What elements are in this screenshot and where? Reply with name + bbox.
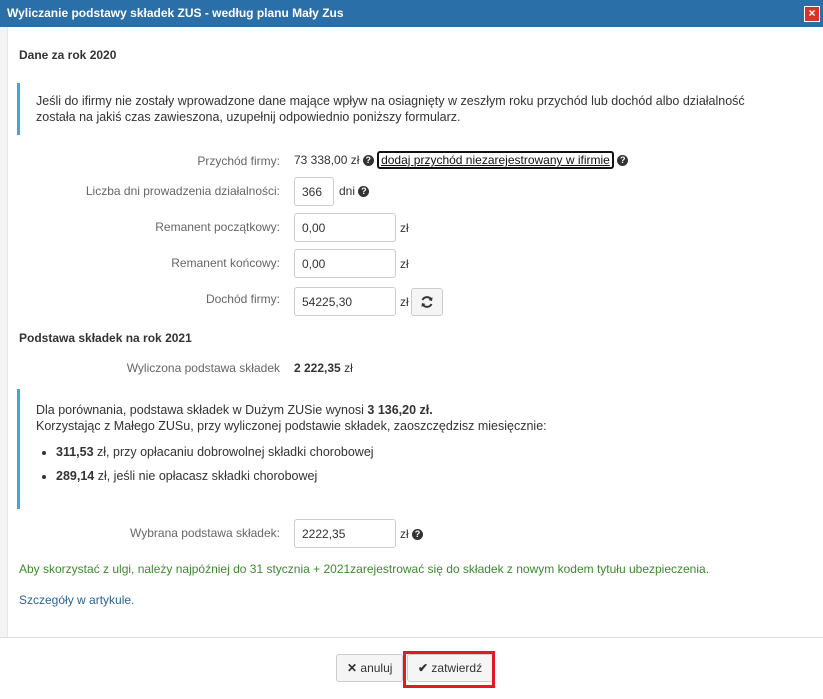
revenue-row: 73 338,00 zł ? dodaj przychód niezarejes…: [294, 151, 629, 169]
big-zus-value: 3 136,20 zł.: [367, 403, 433, 417]
remanent-start-input[interactable]: [294, 213, 396, 242]
comparison-line2: Korzystając z Małego ZUSu, przy wyliczon…: [36, 419, 547, 433]
savings-list: 311,53 zł, przy opłacaniu dobrowolnej sk…: [36, 444, 807, 484]
cancel-x-icon: ✕: [347, 661, 358, 675]
details-link[interactable]: Szczegóły w artykule.: [19, 593, 134, 607]
cancel-button[interactable]: ✕ anuluj: [336, 654, 404, 682]
confirm-highlight-box: [403, 651, 495, 688]
calc-basis-value-row: 2 222,35 zł: [294, 361, 353, 375]
remanent-end-input[interactable]: [294, 249, 396, 278]
selected-basis-input[interactable]: [294, 519, 396, 548]
calc-basis-value: 2 222,35: [294, 361, 341, 375]
income-input[interactable]: [294, 287, 396, 316]
add-unregistered-revenue-link[interactable]: dodaj przychód niezarejestrowany w ifirm…: [377, 151, 614, 169]
info-text-line1: Jeśli do ifirmy nie zostały wprowadzone …: [36, 94, 745, 108]
income-label: Dochód firmy:: [205, 292, 280, 306]
remanent-start-label: Remanent początkowy:: [155, 220, 280, 234]
selected-basis-label: Wybrana podstawa składek:: [130, 526, 280, 540]
list-item: 311,53 zł, przy opłacaniu dobrowolnej sk…: [56, 444, 807, 460]
dialog-body[interactable]: Dane za rok 2020 Jeśli do ifirmy nie zos…: [0, 27, 823, 637]
remanent-end-unit: zł: [400, 257, 409, 271]
days-label: Liczba dni prowadzenia działalności:: [85, 184, 280, 198]
section-title-2021: Podstawa składek na rok 2021: [19, 331, 192, 345]
refresh-icon: [421, 296, 433, 308]
section-title-2020: Dane za rok 2020: [19, 48, 117, 62]
cancel-label: anuluj: [360, 661, 393, 675]
info-box: Jeśli do ifirmy nie zostały wprowadzone …: [17, 83, 807, 135]
comparison-line1: Dla porównania, podstawa składek w Dużym…: [36, 403, 433, 417]
help-icon[interactable]: ?: [412, 529, 424, 541]
zus-dialog: Wyliczanie podstawy składek ZUS - według…: [0, 0, 823, 699]
days-input[interactable]: [294, 177, 334, 206]
dialog-footer: ✕ anuluj ✔ zatwierdź: [0, 637, 823, 699]
remanent-start-unit: zł: [400, 221, 409, 235]
dialog-title: Wyliczanie podstawy składek ZUS - według…: [7, 6, 344, 20]
selected-basis-unit: zł ?: [400, 527, 424, 541]
help-icon[interactable]: ?: [617, 155, 629, 167]
dialog-titlebar: Wyliczanie podstawy składek ZUS - według…: [0, 0, 823, 27]
close-button[interactable]: ×: [804, 6, 820, 22]
info-text-line2: została na jakiś czas zawieszona, uzupeł…: [36, 110, 461, 124]
calc-basis-label: Wyliczona podstawa składek: [126, 361, 280, 375]
comparison-box: Dla porównania, podstawa składek w Dużym…: [17, 389, 807, 509]
remanent-end-label: Remanent końcowy:: [171, 256, 280, 270]
help-icon[interactable]: ?: [358, 186, 370, 198]
help-icon[interactable]: ?: [362, 155, 374, 167]
calc-basis-unit: zł: [344, 361, 353, 375]
close-icon: ×: [808, 6, 816, 20]
deadline-notice: Aby skorzystać z ulgi, należy najpóźniej…: [19, 562, 710, 576]
income-unit: zł: [400, 295, 409, 309]
refresh-button[interactable]: [411, 288, 443, 316]
days-unit: dni ?: [339, 184, 370, 198]
revenue-value: 73 338,00 zł: [294, 153, 360, 167]
revenue-label: Przychód firmy:: [197, 154, 280, 168]
list-item: 289,14 zł, jeśli nie opłacasz składki ch…: [56, 468, 807, 484]
